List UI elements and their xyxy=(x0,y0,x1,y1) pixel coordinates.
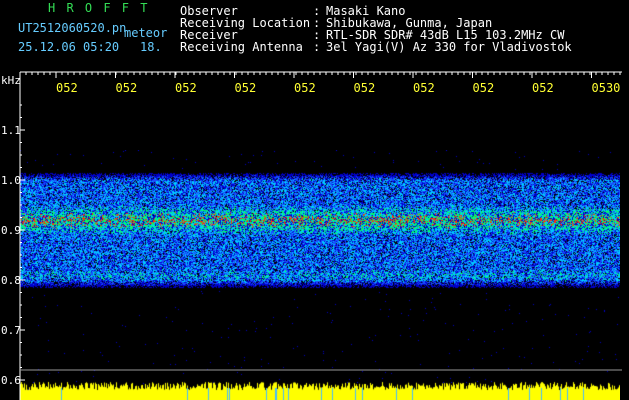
time-tick-label: 052 xyxy=(235,81,257,95)
freq-unit-label: kHz xyxy=(1,74,21,87)
freq-tick-label: 1.1 xyxy=(1,124,21,137)
time-tick-label: 052 xyxy=(116,81,138,95)
spectrogram-axes: kHz 1.1 1.0 0.9 0.8 0.7 0.6 052 052 052 052 052 052 0… xyxy=(1,71,622,400)
freq-tick-label: 1.0 xyxy=(1,174,21,187)
freq-tick-label: 0.7 xyxy=(1,324,21,337)
time-tick-label: 052 xyxy=(175,81,197,95)
time-tick-label: 052 xyxy=(413,81,435,95)
freq-tick-label: 0.6 xyxy=(1,374,21,387)
time-tick-label: 052 xyxy=(56,81,78,95)
freq-tick-label: 0.9 xyxy=(1,224,21,237)
time-tick-label: 052 xyxy=(294,81,316,95)
time-tick-label: 052 xyxy=(532,81,554,95)
time-tick-label: 052 xyxy=(354,81,376,95)
time-tick-label: 052 xyxy=(473,81,495,95)
time-tick-label: 0530 xyxy=(592,81,621,95)
freq-tick-label: 0.8 xyxy=(1,274,21,287)
